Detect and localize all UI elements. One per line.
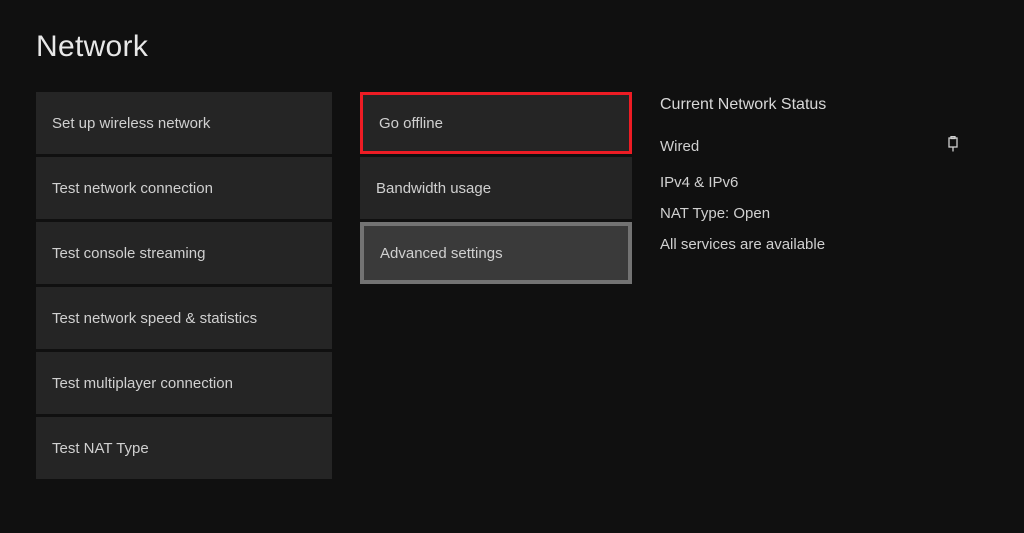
wired-icon <box>946 136 960 156</box>
nat-status: NAT Type: Open <box>660 205 960 222</box>
set-up-wireless-network-button[interactable]: Set up wireless network <box>36 92 332 154</box>
status-column: Current Network Status Wired IPv4 & IPv6… <box>660 92 960 267</box>
services-status: All services are available <box>660 236 960 253</box>
bandwidth-usage-button[interactable]: Bandwidth usage <box>360 157 632 219</box>
columns: Set up wireless network Test network con… <box>36 92 988 479</box>
test-console-streaming-button[interactable]: Test console streaming <box>36 222 332 284</box>
test-nat-type-button[interactable]: Test NAT Type <box>36 417 332 479</box>
left-column: Set up wireless network Test network con… <box>36 92 332 479</box>
test-network-speed-button[interactable]: Test network speed & statistics <box>36 287 332 349</box>
connection-status-row: Wired <box>660 136 960 156</box>
page-title: Network <box>36 30 988 64</box>
go-offline-button[interactable]: Go offline <box>360 92 632 154</box>
connection-type: Wired <box>660 138 699 155</box>
test-multiplayer-connection-button[interactable]: Test multiplayer connection <box>36 352 332 414</box>
test-network-connection-button[interactable]: Test network connection <box>36 157 332 219</box>
advanced-settings-button[interactable]: Advanced settings <box>360 222 632 284</box>
ip-status: IPv4 & IPv6 <box>660 174 960 191</box>
status-heading: Current Network Status <box>660 96 960 114</box>
middle-column: Go offline Bandwidth usage Advanced sett… <box>360 92 632 284</box>
